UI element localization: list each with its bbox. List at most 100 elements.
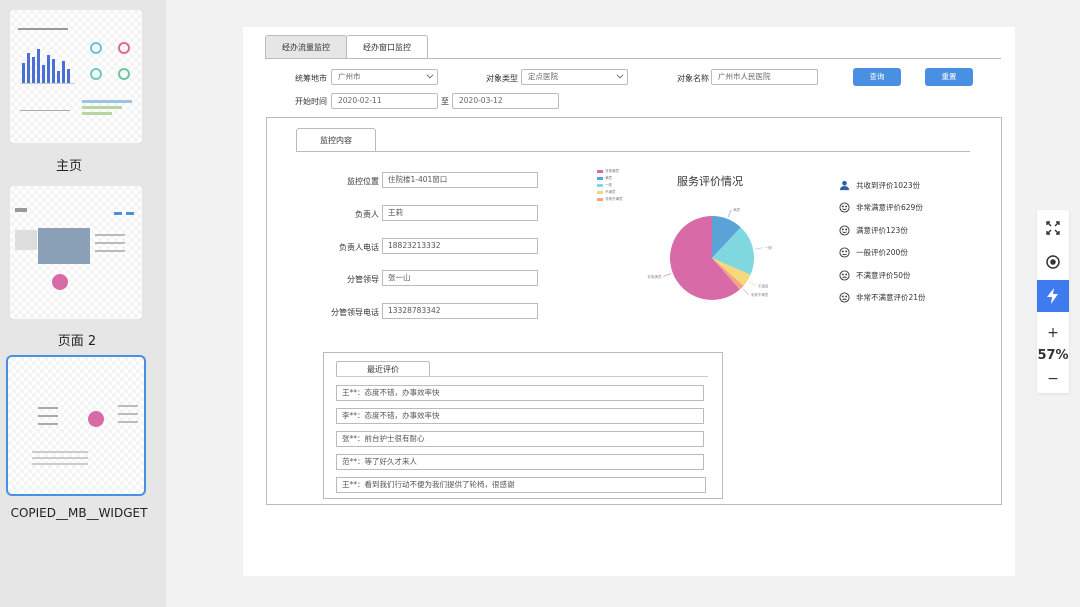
pie-slice-label: 不满意 [758, 283, 769, 288]
legend-swatch [597, 170, 603, 173]
page-label-copied-widget[interactable]: COPIED__MB__WIDGET [0, 506, 162, 520]
tab-recent-reviews[interactable]: 最近评价 [336, 361, 430, 377]
chart-title: 服务评价情况 [677, 175, 743, 188]
pie-slice-label: 非常满意 [647, 274, 661, 279]
review-item[interactable]: 范**：等了好久才来人 [336, 454, 704, 470]
review-item[interactable]: 王**：看到我们行动不便为我们提供了轮椅，很感谢 [336, 477, 706, 493]
design-canvas: 经办流量监控 经办窗口监控 统筹地市 广州市 对象类型 定点医院 对象名称 广州… [243, 27, 1015, 576]
pie-slice-label: 满意 [733, 207, 741, 212]
page-label-page2[interactable]: 页面 2 [0, 330, 160, 349]
pie-chart: 满意一般不满意非常不满意 非常满意 [647, 207, 773, 300]
rating-stat-text: 非常满意评价629份 [856, 203, 923, 213]
tab-monitor-content[interactable]: 监控内容 [296, 128, 376, 152]
zoom-out-button[interactable]: − [1037, 366, 1069, 392]
neutral-face-icon [839, 247, 850, 258]
rating-stat-text: 满意评价123份 [856, 225, 908, 235]
chevron-down-icon [426, 71, 434, 79]
chevron-down-icon [616, 71, 624, 79]
legend-label: 非常满意 [605, 169, 619, 173]
name-label: 对象名称 [677, 74, 709, 83]
leader-phone-input[interactable]: 13328783342 [382, 303, 538, 319]
person-icon [839, 180, 850, 191]
smile-icon [839, 202, 850, 213]
sub-tab-divider [296, 151, 970, 152]
rating-stat-text: 共收到评价1023份 [856, 180, 921, 190]
legend-label: 非常不满意 [605, 197, 623, 201]
pie-slice-label: 一般 [765, 245, 773, 250]
time-label: 开始时间 [295, 97, 327, 106]
fit-screen-icon [1046, 221, 1060, 235]
manager-label: 负责人 [355, 210, 379, 219]
manager-input[interactable]: 王莉 [382, 205, 538, 221]
rating-stat: 不满意评价50份 [839, 264, 926, 287]
page-label-home[interactable]: 主页 [0, 155, 152, 174]
location-label: 监控位置 [347, 177, 379, 186]
right-toolbar: + 57% − [1037, 210, 1069, 393]
legend-item: 非常不满意 [597, 196, 623, 203]
zoom-level: 57% [1037, 348, 1069, 363]
top-tabs: 经办流量监控 经办窗口监控 [265, 35, 428, 59]
reset-button[interactable]: 重置 [925, 68, 973, 86]
rating-stat: 非常满意评价629份 [839, 197, 926, 220]
focus-button[interactable] [1037, 246, 1069, 278]
pie-leader-line [727, 209, 732, 218]
legend-item: 一般 [597, 182, 623, 189]
pie-leader-line [748, 281, 757, 287]
review-item[interactable]: 张**：前台护士很有耐心 [336, 431, 704, 447]
pie-leader-line [742, 288, 750, 295]
legend-swatch [597, 191, 603, 194]
manager-phone-input[interactable]: 18823213332 [382, 238, 538, 254]
rating-stats: 共收到评价1023份 非常满意评价629份 满意评价123份 一般评价200份 不满意评… [839, 174, 926, 309]
date-separator: 至 [441, 97, 449, 106]
legend-label: 一般 [605, 183, 612, 187]
city-label: 统筹地市 [295, 74, 327, 83]
review-tab-divider [336, 376, 708, 377]
rating-stat: 非常不满意评价21份 [839, 287, 926, 310]
rating-stat: 一般评价200份 [839, 242, 926, 265]
tab-window-monitor[interactable]: 经办窗口监控 [346, 35, 428, 59]
type-select[interactable]: 定点医院 [521, 69, 628, 85]
recent-reviews-panel: 最近评价 王**：态度不错，办事效率快 李**：态度不错，办事效率快 张**：前… [323, 352, 723, 499]
start-date-input[interactable]: 2020-02-11 [331, 93, 438, 109]
name-input[interactable]: 广州市人民医院 [711, 69, 818, 85]
query-button[interactable]: 查询 [853, 68, 901, 86]
manager-phone-label: 负责人电话 [339, 243, 379, 252]
legend-item: 不满意 [597, 189, 623, 196]
legend-label: 满意 [605, 176, 612, 180]
leader-label: 分管领导 [347, 275, 379, 284]
legend-swatch [597, 184, 603, 187]
legend-swatch [597, 198, 603, 201]
city-select[interactable]: 广州市 [331, 69, 438, 85]
page-thumbnail-page2[interactable] [10, 186, 142, 319]
rating-stat-text: 不满意评价50份 [856, 270, 911, 280]
page-panel: 主页 页面 2 COPIED__MB__WIDGET [0, 0, 166, 607]
pie-leader-line [755, 247, 764, 250]
smile-icon [839, 225, 850, 236]
leader-phone-label: 分管领导电话 [331, 308, 379, 317]
rating-stat-text: 一般评价200份 [856, 248, 908, 258]
frown-icon [839, 270, 850, 281]
rating-stat: 满意评价123份 [839, 219, 926, 242]
leader-input[interactable]: 张一山 [382, 270, 538, 286]
legend-swatch [597, 177, 603, 180]
tab-flow-monitor[interactable]: 经办流量监控 [265, 35, 347, 59]
fit-screen-button[interactable] [1037, 212, 1069, 244]
legend-label: 不满意 [605, 190, 616, 194]
legend-item: 非常满意 [597, 168, 623, 175]
review-item[interactable]: 王**：态度不错，办事效率快 [336, 385, 704, 401]
end-date-input[interactable]: 2020-03-12 [452, 93, 559, 109]
review-item[interactable]: 李**：态度不错，办事效率快 [336, 408, 704, 424]
tab-divider [265, 58, 1001, 59]
type-select-value: 定点医院 [528, 72, 558, 81]
chart-legend: 非常满意满意一般不满意非常不满意 [597, 168, 623, 203]
legend-item: 满意 [597, 175, 623, 182]
location-input[interactable]: 住院楼1-401窗口 [382, 172, 538, 188]
lightning-button[interactable] [1037, 280, 1069, 312]
zoom-in-button[interactable]: + [1037, 320, 1069, 346]
page-thumbnail-copied-widget[interactable] [6, 355, 146, 496]
page-thumbnail-home[interactable] [10, 10, 142, 143]
rating-stat-text: 非常不满意评价21份 [856, 293, 926, 303]
lightning-icon [1047, 288, 1058, 304]
pie-leader-line [663, 273, 671, 277]
pie-slice-label: 非常不满意 [751, 292, 769, 297]
